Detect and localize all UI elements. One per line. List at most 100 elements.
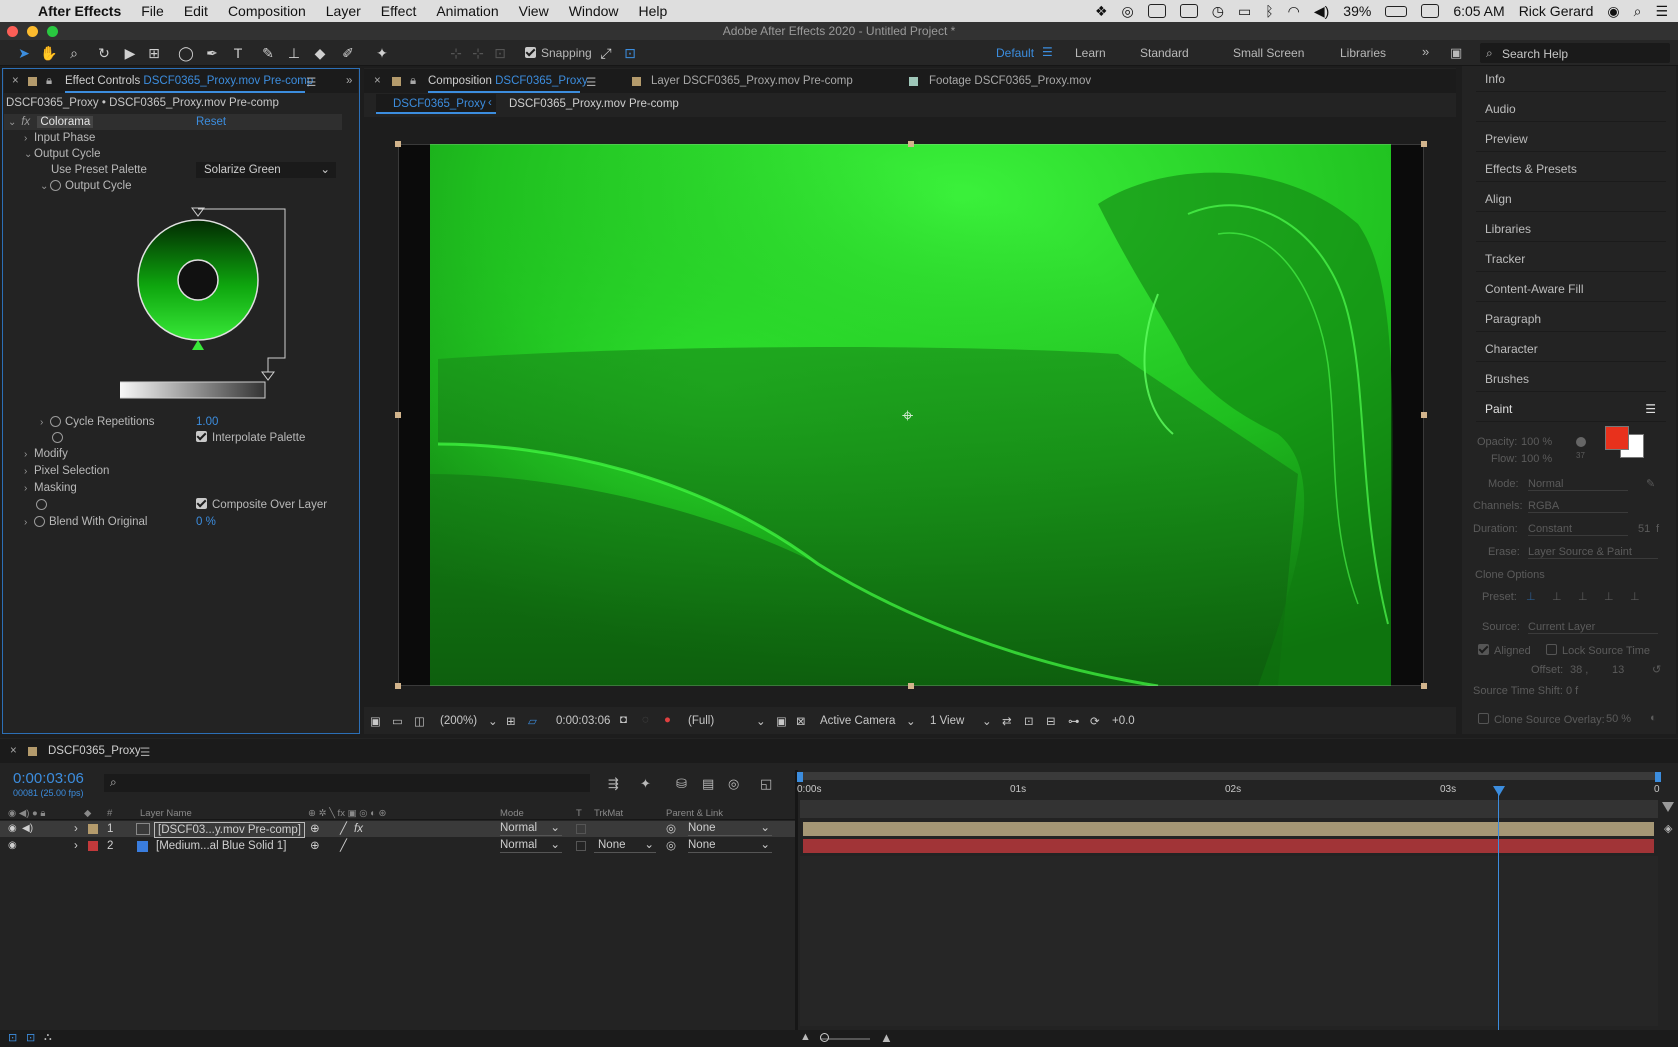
channel-icon[interactable]: ● xyxy=(664,714,671,726)
hand-tool-icon[interactable]: ✋ xyxy=(40,45,57,61)
battery-percent[interactable]: 39% xyxy=(1343,3,1371,19)
3d-glasses-icon[interactable]: ◫ xyxy=(414,714,425,728)
close-tab-icon[interactable]: × xyxy=(10,745,17,757)
panel-paint[interactable]: Paint ☰ xyxy=(1476,396,1666,422)
clone-preset-1-icon[interactable]: ⊥ xyxy=(1526,590,1536,603)
user-name[interactable]: Rick Gerard xyxy=(1519,3,1594,19)
always-preview-icon[interactable]: ▣ xyxy=(370,714,381,728)
paint-flow-value[interactable]: 100 % xyxy=(1521,453,1552,465)
panel-tracker[interactable]: Tracker xyxy=(1476,246,1666,272)
cycle-repetitions-value[interactable]: 1.00 xyxy=(196,414,218,430)
time-machine-icon[interactable]: ◷ xyxy=(1212,3,1224,20)
output-cycle-property[interactable]: ⌄ Output Cycle xyxy=(40,178,131,194)
app-menu[interactable]: After Effects xyxy=(38,3,121,19)
pan-behind-tool-icon[interactable]: ⊞ xyxy=(146,45,162,61)
battery-icon[interactable] xyxy=(1385,5,1408,17)
layer-1-duration-bar[interactable] xyxy=(803,822,1654,836)
pixel-selection-group[interactable]: › Pixel Selection xyxy=(24,463,109,479)
aligned-checkbox[interactable]: Aligned xyxy=(1478,644,1531,657)
menu-help[interactable]: Help xyxy=(639,3,668,19)
layer-mode-dropdown[interactable]: Normal ⌄ xyxy=(500,822,562,836)
expand-panels-icon[interactable]: » xyxy=(346,75,352,87)
stopwatch-icon[interactable] xyxy=(34,516,45,527)
workspace-default[interactable]: Default xyxy=(996,46,1034,60)
work-area-end-handle[interactable] xyxy=(1655,772,1661,782)
switches-header-icon[interactable]: ⊕ ✲ ╲ fx ▣ ◎ ◐ ⊛ xyxy=(308,808,386,819)
zoom-in-icon[interactable]: ▲ xyxy=(880,1030,893,1045)
axis-view-icon[interactable]: ⊡ xyxy=(492,45,508,61)
layer-name[interactable]: [Medium...al Blue Solid 1] xyxy=(156,838,286,854)
axis-world-icon[interactable]: ⊹ xyxy=(470,45,486,61)
zoom-out-icon[interactable]: ▲ xyxy=(800,1031,811,1043)
clone-preset-3-icon[interactable]: ⊥ xyxy=(1578,590,1588,603)
eyedropper-icon[interactable]: ✎ xyxy=(1646,477,1655,490)
zoom-tool-icon[interactable]: ⌕ xyxy=(66,45,82,61)
exposure-value[interactable]: +0.0 xyxy=(1112,715,1135,727)
menu-effect[interactable]: Effect xyxy=(381,3,417,19)
frame-blending-icon[interactable]: ▤ xyxy=(702,776,714,792)
grid-icon[interactable]: ⊞ xyxy=(506,714,516,728)
snapping-checkbox[interactable] xyxy=(525,47,536,58)
view-layout-dropdown[interactable]: 1 View xyxy=(930,715,964,727)
blend-with-original-property[interactable]: › Blend With Original xyxy=(24,514,147,530)
timeline-icon[interactable]: ⊟ xyxy=(1046,714,1056,728)
paint-opacity-value[interactable]: 100 % xyxy=(1521,436,1552,448)
transparency-grid-icon[interactable]: ▱ xyxy=(528,714,537,728)
paint-duration-frames[interactable]: 51 xyxy=(1638,523,1650,535)
toggle-pixel-aspect-icon[interactable]: ⇄ xyxy=(1002,714,1012,728)
fx-switch-icon[interactable]: fx xyxy=(354,821,363,837)
panel-brushes[interactable]: Brushes xyxy=(1476,366,1666,392)
blend-value[interactable]: 0 % xyxy=(196,514,216,530)
expand-icon[interactable]: › xyxy=(74,838,78,854)
transform-handle[interactable] xyxy=(1421,141,1427,147)
clone-stamp-tool-icon[interactable]: ⊥ xyxy=(286,45,302,61)
motion-blur-icon[interactable]: ◎ xyxy=(728,776,739,792)
stopwatch-icon[interactable] xyxy=(50,180,61,191)
eye-icon[interactable]: ◉ xyxy=(8,821,17,837)
bluetooth-icon[interactable]: ᛒ xyxy=(1265,3,1273,19)
panel-libraries[interactable]: Libraries xyxy=(1476,216,1666,242)
minimize-window-button[interactable] xyxy=(27,26,38,37)
snapping-toggle[interactable]: Snapping xyxy=(525,46,592,60)
axis-local-icon[interactable]: ⊹ xyxy=(448,45,464,61)
camera-tool-icon[interactable]: ▶ xyxy=(122,45,138,61)
lock-icon[interactable]: 🔒︎ xyxy=(410,75,416,88)
panel-menu-icon[interactable]: ☰ xyxy=(140,745,150,759)
clone-preset-4-icon[interactable]: ⊥ xyxy=(1604,590,1614,603)
rotate-tool-icon[interactable]: ↻ xyxy=(96,45,112,61)
paint-channels-dropdown[interactable]: RGBA xyxy=(1528,500,1628,513)
pick-whip-icon[interactable]: ◎ xyxy=(666,821,676,837)
paint-mode-dropdown[interactable]: Normal xyxy=(1528,478,1628,491)
layer-tab[interactable]: Layer DSCF0365_Proxy.mov Pre-comp xyxy=(651,75,853,87)
volume-icon[interactable]: ◀) xyxy=(1314,3,1329,20)
eraser-tool-icon[interactable]: ◆ xyxy=(312,45,328,61)
parent-dropdown[interactable]: None ⌄ xyxy=(688,839,772,853)
puppet-tool-icon[interactable]: ✦ xyxy=(374,45,390,61)
close-tab-icon[interactable]: × xyxy=(12,75,19,87)
panel-menu-icon[interactable]: ☰ xyxy=(586,75,596,89)
expand-icon[interactable]: › xyxy=(74,821,78,837)
type-tool-icon[interactable]: T xyxy=(230,45,246,61)
menu-view[interactable]: View xyxy=(519,3,549,19)
flowchart-icon[interactable]: ⊶ xyxy=(1068,714,1080,728)
fast-previews-icon[interactable]: ⊡ xyxy=(1024,714,1034,728)
close-tab-icon[interactable]: × xyxy=(374,75,381,87)
reset-offset-icon[interactable]: ↺ xyxy=(1652,663,1661,676)
spotlight-icon[interactable]: ⌕ xyxy=(1634,3,1642,20)
cc-icon[interactable]: ◎ xyxy=(1122,3,1134,20)
footage-tab[interactable]: Footage DSCF0365_Proxy.mov xyxy=(929,75,1091,87)
selection-tool-icon[interactable]: ➤ xyxy=(16,45,32,61)
transform-handle[interactable] xyxy=(1421,683,1427,689)
user-avatar-icon[interactable]: ◉ xyxy=(1607,3,1619,20)
preset-palette-dropdown[interactable]: Solarize Green ⌄ xyxy=(196,162,336,178)
status-icon[interactable] xyxy=(1147,4,1166,18)
pick-whip-icon[interactable]: ◎ xyxy=(666,838,676,854)
clone-preset-2-icon[interactable]: ⊥ xyxy=(1552,590,1562,603)
source-time-shift-value[interactable]: 0 f xyxy=(1566,685,1578,697)
workspace-libraries[interactable]: Libraries xyxy=(1340,46,1386,60)
camera-dropdown[interactable]: Active Camera xyxy=(820,715,895,727)
composition-tab[interactable]: Composition DSCF0365_Proxy xyxy=(428,75,588,87)
airplay-icon[interactable]: ▭ xyxy=(1238,3,1251,20)
transform-handle[interactable] xyxy=(1421,412,1427,418)
collapse-icon[interactable]: ⌄ xyxy=(8,115,18,131)
